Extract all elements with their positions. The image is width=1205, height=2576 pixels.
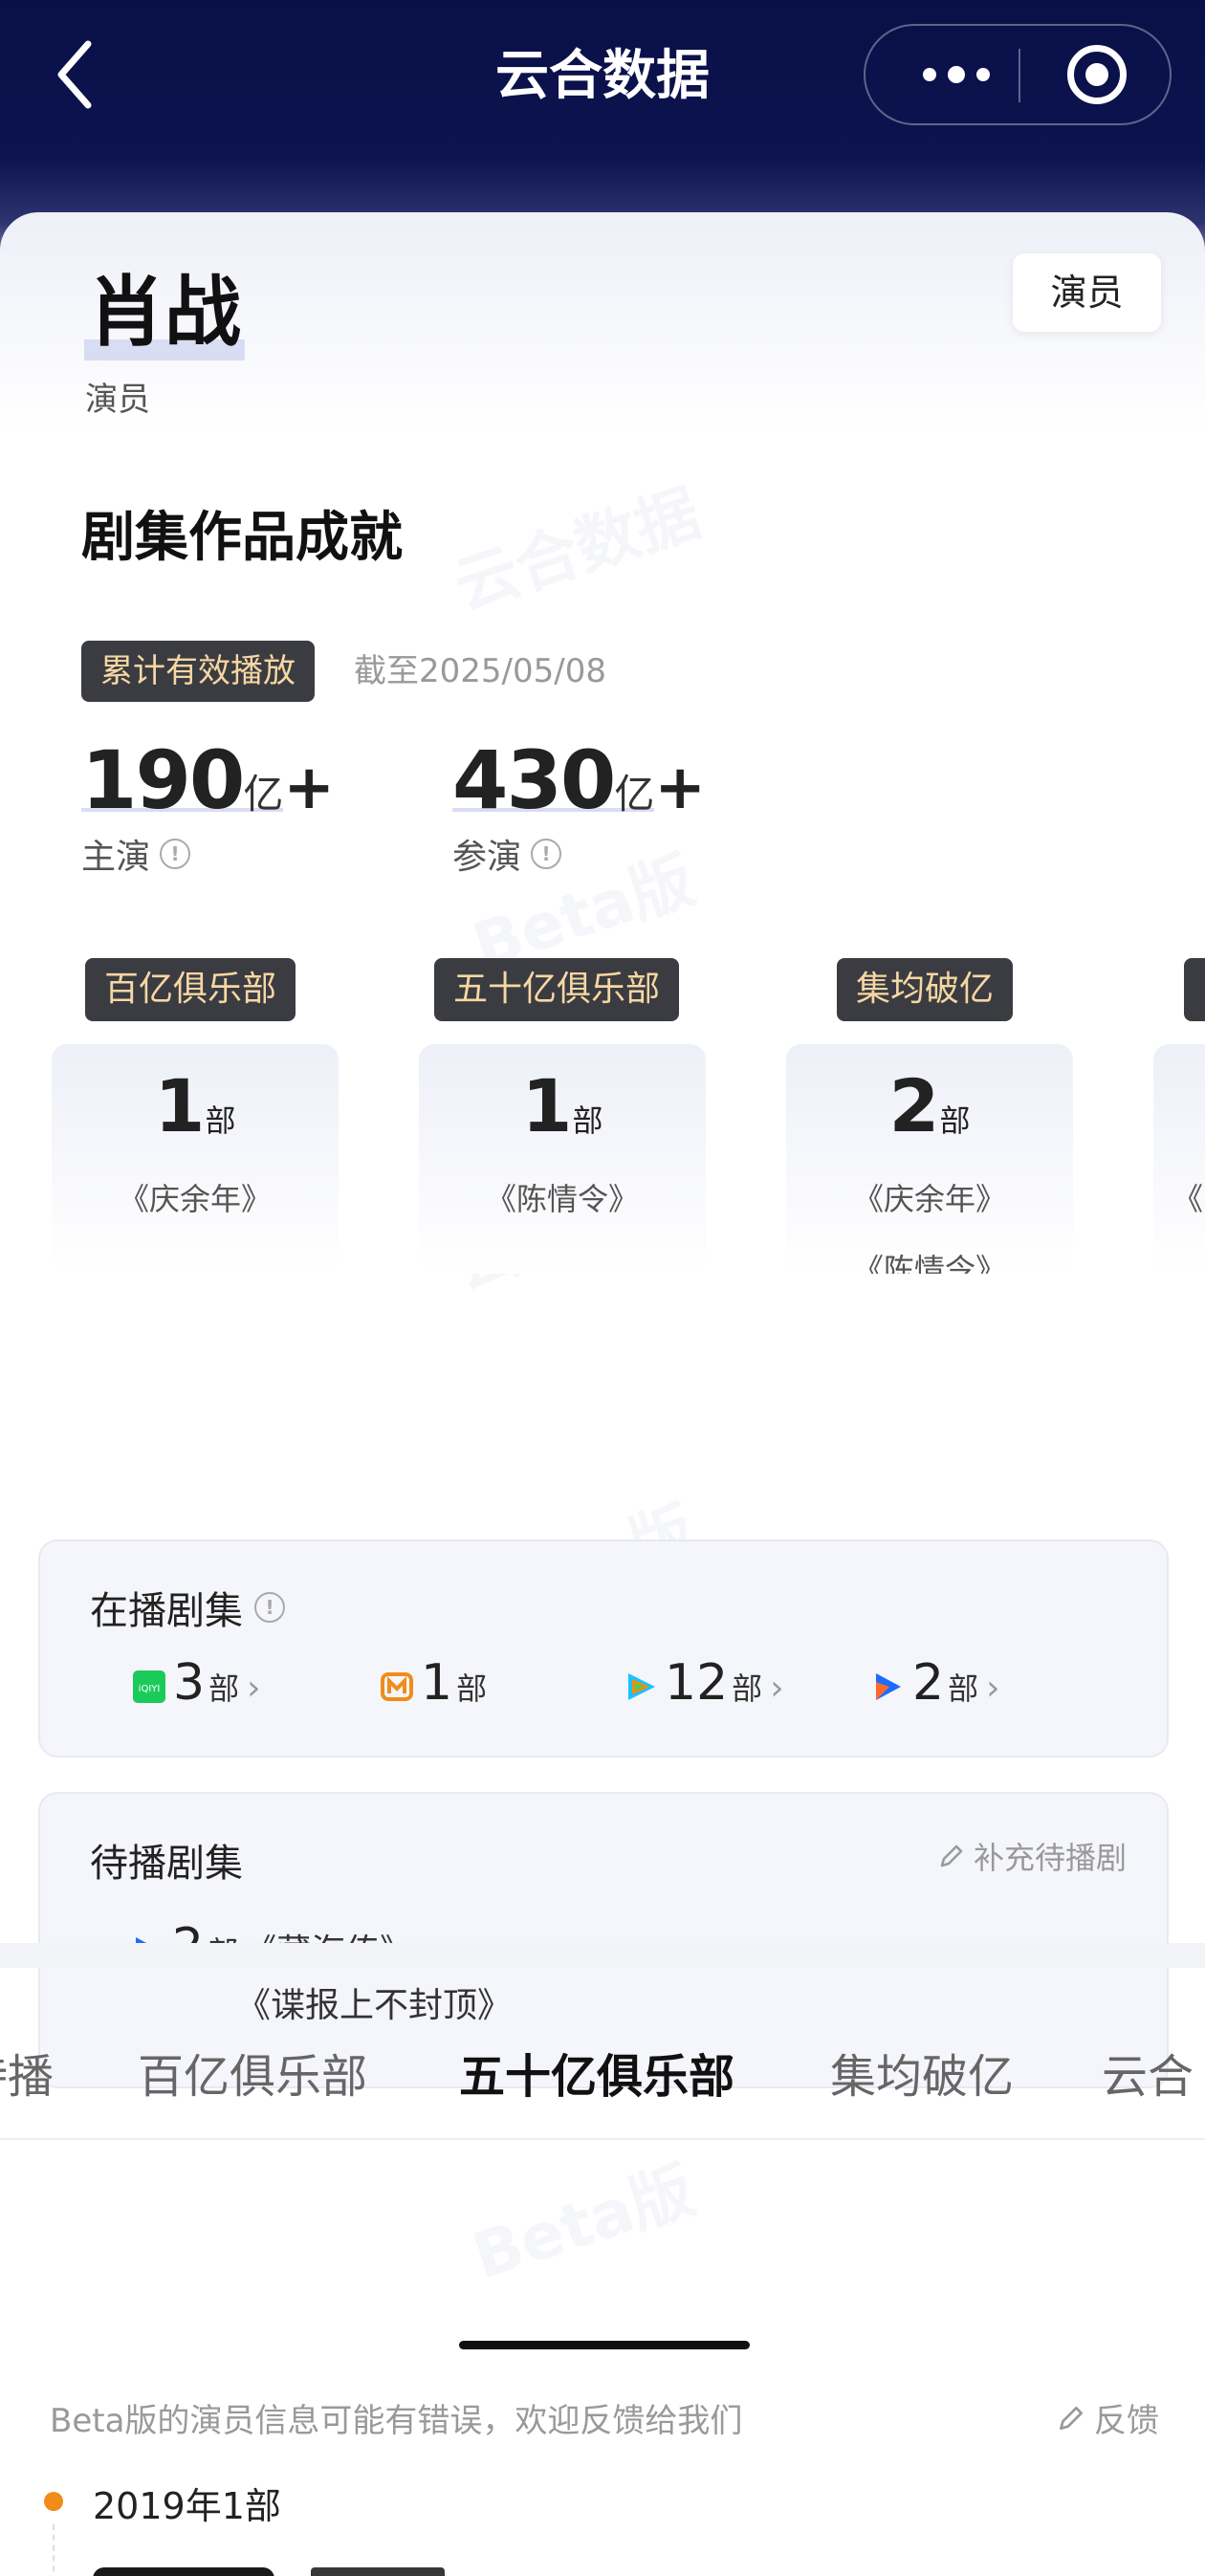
timeline-line xyxy=(53,2524,55,2576)
stat-supporting-role: 430亿+ 参演 ! xyxy=(452,733,706,879)
pencil-icon xyxy=(1060,2406,1083,2430)
stat-lead-role: 190亿+ 主演 ! xyxy=(81,733,335,879)
platform-count: 2 xyxy=(912,1654,945,1712)
chevron-right-icon: › xyxy=(986,1669,1000,1708)
tab-bar: 待播 百亿俱乐部 五十亿俱乐部 集均破亿 云合 xyxy=(0,1968,1205,2140)
club-badge: 集均破亿 xyxy=(837,958,1014,1021)
beta-notice: Beta版的演员信息可能有错误，欢迎反馈给我们 xyxy=(50,2402,743,2440)
club-unit: 部 xyxy=(572,1102,603,1139)
add-upcoming-button[interactable]: 补充待播剧 xyxy=(937,1834,1127,1878)
watermark: 云合数据 xyxy=(446,475,710,624)
club-count: 2 xyxy=(888,1063,940,1148)
info-icon[interactable]: ! xyxy=(254,1592,285,1623)
club-carousel[interactable]: 百亿俱乐部 1部 《庆余年》 五十亿俱乐部 1部 《陈情令》 集均破亿 2部 《… xyxy=(0,958,1205,1274)
platform-youku[interactable]: 2 部 › xyxy=(872,1654,1000,1712)
tab-upcoming[interactable]: 待播 xyxy=(0,2039,54,2106)
cumulative-play-badge: 累计有效播放 xyxy=(81,641,315,702)
stat-value: 190 xyxy=(81,733,245,827)
stat-unit: 亿 xyxy=(614,771,655,818)
platform-count: 1 xyxy=(421,1654,453,1712)
club-badge xyxy=(1184,958,1205,1021)
club-count: 1 xyxy=(521,1063,573,1148)
person-name: 肖战 xyxy=(84,265,245,360)
main-card: 云合数据 Beta版 云合数据 Beta版 云合数据 Beta版 肖战 演员 演… xyxy=(0,212,1205,2576)
tab-yunhe[interactable]: 云合 xyxy=(1102,2039,1194,2106)
chevron-right-icon: › xyxy=(247,1669,261,1708)
platform-mango[interactable]: 1部 xyxy=(381,1654,487,1712)
mango-tv-icon xyxy=(381,1672,413,1701)
club-count: 1 xyxy=(154,1063,206,1148)
add-upcoming-label: 补充待播剧 xyxy=(973,1840,1127,1876)
svg-text:iQIYI: iQIYI xyxy=(139,1684,161,1694)
platform-unit: 部 xyxy=(948,1670,979,1707)
tab-50yi-club[interactable]: 五十亿俱乐部 xyxy=(459,2039,734,2106)
mini-program-capsule xyxy=(864,24,1172,125)
tencent-video-icon xyxy=(628,1673,655,1700)
feedback-label: 反馈 xyxy=(1094,2402,1159,2440)
club-work[interactable]: 《庆余年》 xyxy=(786,1164,1073,1234)
tab-100yi-club[interactable]: 百亿俱乐部 xyxy=(138,2039,367,2106)
stat-label: 参演 xyxy=(452,838,522,877)
club-unit: 部 xyxy=(205,1102,236,1139)
iqiyi-icon: iQIYI xyxy=(133,1670,165,1703)
timeline-dot xyxy=(44,2492,63,2511)
on-air-panel: 在播剧集! iQIYI 3 部 › 1部 12 部 › 2 部 › xyxy=(38,1539,1169,1757)
stat-value: 430 xyxy=(452,733,616,827)
person-role: 演员 xyxy=(85,381,150,419)
upcoming-title: 待播剧集 xyxy=(90,1842,243,1886)
drama-poster[interactable] xyxy=(93,2567,274,2576)
drama-title-partial xyxy=(311,2567,445,2576)
platform-tencent[interactable]: 12 部 › xyxy=(624,1654,784,1712)
platform-count: 12 xyxy=(665,1654,729,1712)
stat-label: 主演 xyxy=(81,838,151,877)
club-badge: 五十亿俱乐部 xyxy=(434,958,680,1021)
pencil-icon xyxy=(940,1845,963,1867)
feedback-button[interactable]: 反馈 xyxy=(1056,2394,1159,2441)
club-work[interactable]: 《庆余年》 xyxy=(52,1164,339,1234)
platform-unit: 部 xyxy=(456,1670,488,1707)
club-work[interactable]: 《 xyxy=(1172,1164,1205,1234)
club-work[interactable]: 《陈情令》 xyxy=(786,1234,1073,1274)
on-air-title: 在播剧集 xyxy=(90,1589,243,1633)
youku-icon xyxy=(876,1673,901,1700)
section-separator xyxy=(0,1943,1205,1968)
target-circle-icon[interactable] xyxy=(1067,45,1127,104)
section-title: 剧集作品成就 xyxy=(81,507,403,569)
more-dots-icon[interactable] xyxy=(904,26,1009,123)
info-icon[interactable]: ! xyxy=(531,839,562,869)
watermark: Beta版 xyxy=(464,2152,703,2294)
stat-suffix: + xyxy=(654,753,706,823)
club-box xyxy=(1153,1044,1205,1274)
timeline-year-label: 2019年1部 xyxy=(93,2485,281,2527)
stat-suffix: + xyxy=(283,753,335,823)
capsule-divider xyxy=(1019,49,1020,102)
tab-active-indicator xyxy=(459,2341,750,2349)
club-unit: 部 xyxy=(939,1102,971,1139)
club-work[interactable]: 《陈情令》 xyxy=(419,1164,706,1234)
tab-avg-episode[interactable]: 集均破亿 xyxy=(830,2039,1014,2106)
platform-unit: 部 xyxy=(208,1670,240,1707)
platform-iqiyi[interactable]: iQIYI 3 部 › xyxy=(133,1654,261,1712)
role-tag-button[interactable]: 演员 xyxy=(1013,253,1161,332)
chevron-right-icon: › xyxy=(770,1669,784,1708)
info-icon[interactable]: ! xyxy=(160,839,191,869)
stat-unit: 亿 xyxy=(243,771,284,818)
platform-count: 3 xyxy=(173,1654,206,1712)
as-of-date: 截至2025/05/08 xyxy=(354,652,606,690)
platform-unit: 部 xyxy=(732,1670,763,1707)
club-badge: 百亿俱乐部 xyxy=(85,958,296,1021)
